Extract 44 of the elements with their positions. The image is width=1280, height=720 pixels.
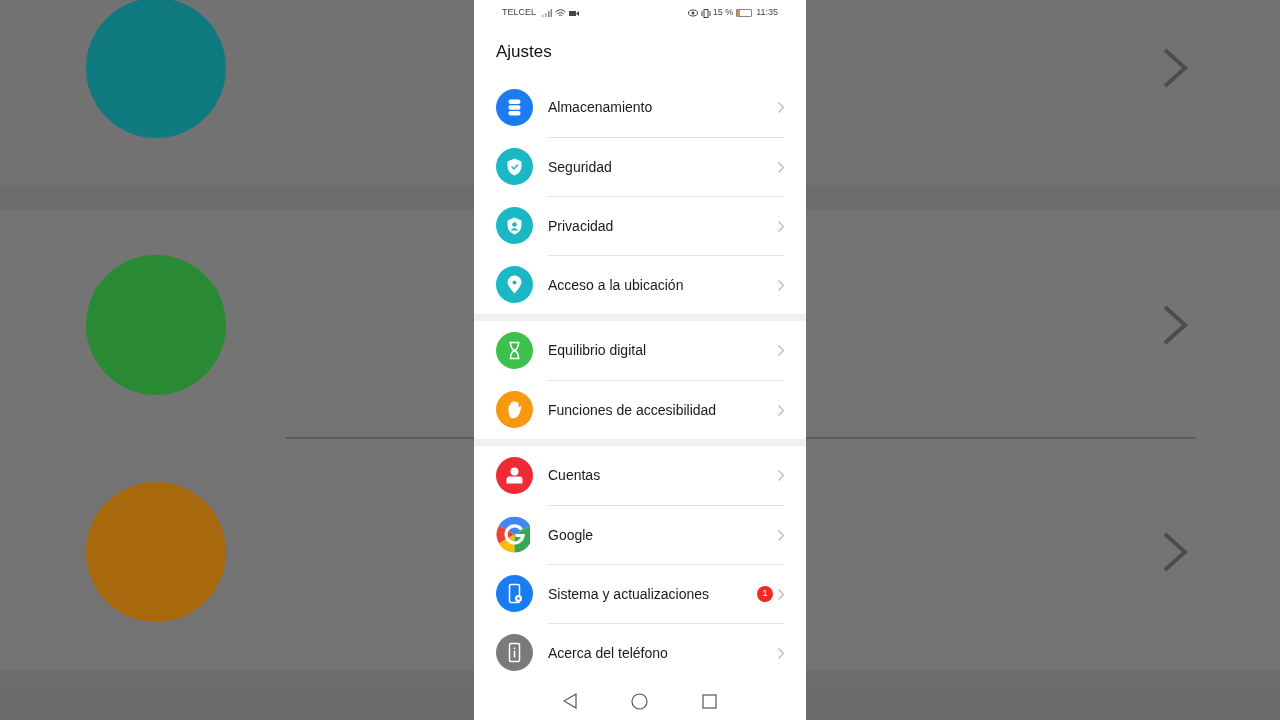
home-icon[interactable]: [631, 692, 648, 710]
settings-item[interactable]: Sistema y actualizaciones 1: [474, 564, 806, 623]
carrier-name: TELCEL: [502, 6, 536, 20]
item-label: Acerca del teléfono: [548, 643, 669, 663]
item-label: Cuentas: [548, 466, 602, 485]
chevron-right-icon: [778, 470, 784, 481]
video-camera-icon: [569, 9, 579, 17]
settings-item[interactable]: Cuentas: [474, 446, 806, 505]
settings-item[interactable]: Seguridad: [474, 137, 806, 196]
battery-icon: [736, 9, 753, 17]
item-label: Privacidad: [548, 216, 615, 236]
settings-item[interactable]: Privacidad: [474, 196, 806, 255]
eye-icon: [687, 9, 698, 17]
settings-item[interactable]: Funciones de accesibilidad: [474, 380, 806, 439]
notification-badge: 1: [757, 586, 773, 602]
item-label: Sistema y actualizaciones: [548, 584, 711, 604]
settings-item[interactable]: Google: [474, 505, 806, 564]
chevron-right-icon: [778, 647, 784, 659]
chevron-right-icon: [778, 529, 784, 541]
chevron-right-icon: [778, 161, 784, 173]
page-title: Ajustes: [496, 41, 552, 64]
settings-item[interactable]: Almacenamiento: [474, 78, 806, 137]
item-label: Seguridad: [548, 157, 613, 177]
settings-item[interactable]: Acceso a la ubicación: [474, 255, 806, 314]
chevron-right-icon: [778, 220, 784, 232]
settings-item[interactable]: Equilibrio digital: [474, 321, 806, 380]
item-label: Acceso a la ubicación: [548, 275, 685, 295]
google-g-icon: [496, 516, 533, 553]
recent-apps-icon[interactable]: [702, 693, 717, 709]
item-label: Almacenamiento: [548, 98, 654, 117]
item-label: Funciones de accesibilidad: [548, 400, 718, 420]
status-time: 11:35: [756, 6, 778, 20]
back-icon[interactable]: [563, 693, 577, 709]
signal-icon: [542, 9, 552, 17]
chevron-right-icon: [778, 345, 784, 356]
battery-percent: 15 %: [712, 6, 734, 20]
chevron-right-icon: [778, 404, 784, 416]
vibrate-icon: [700, 8, 711, 18]
wifi-icon: [555, 9, 566, 17]
chevron-right-icon: [778, 102, 784, 113]
item-label: Equilibrio digital: [548, 341, 648, 360]
chevron-right-icon: [778, 279, 784, 291]
item-label: Google: [548, 525, 595, 545]
chevron-right-icon: [778, 588, 784, 600]
